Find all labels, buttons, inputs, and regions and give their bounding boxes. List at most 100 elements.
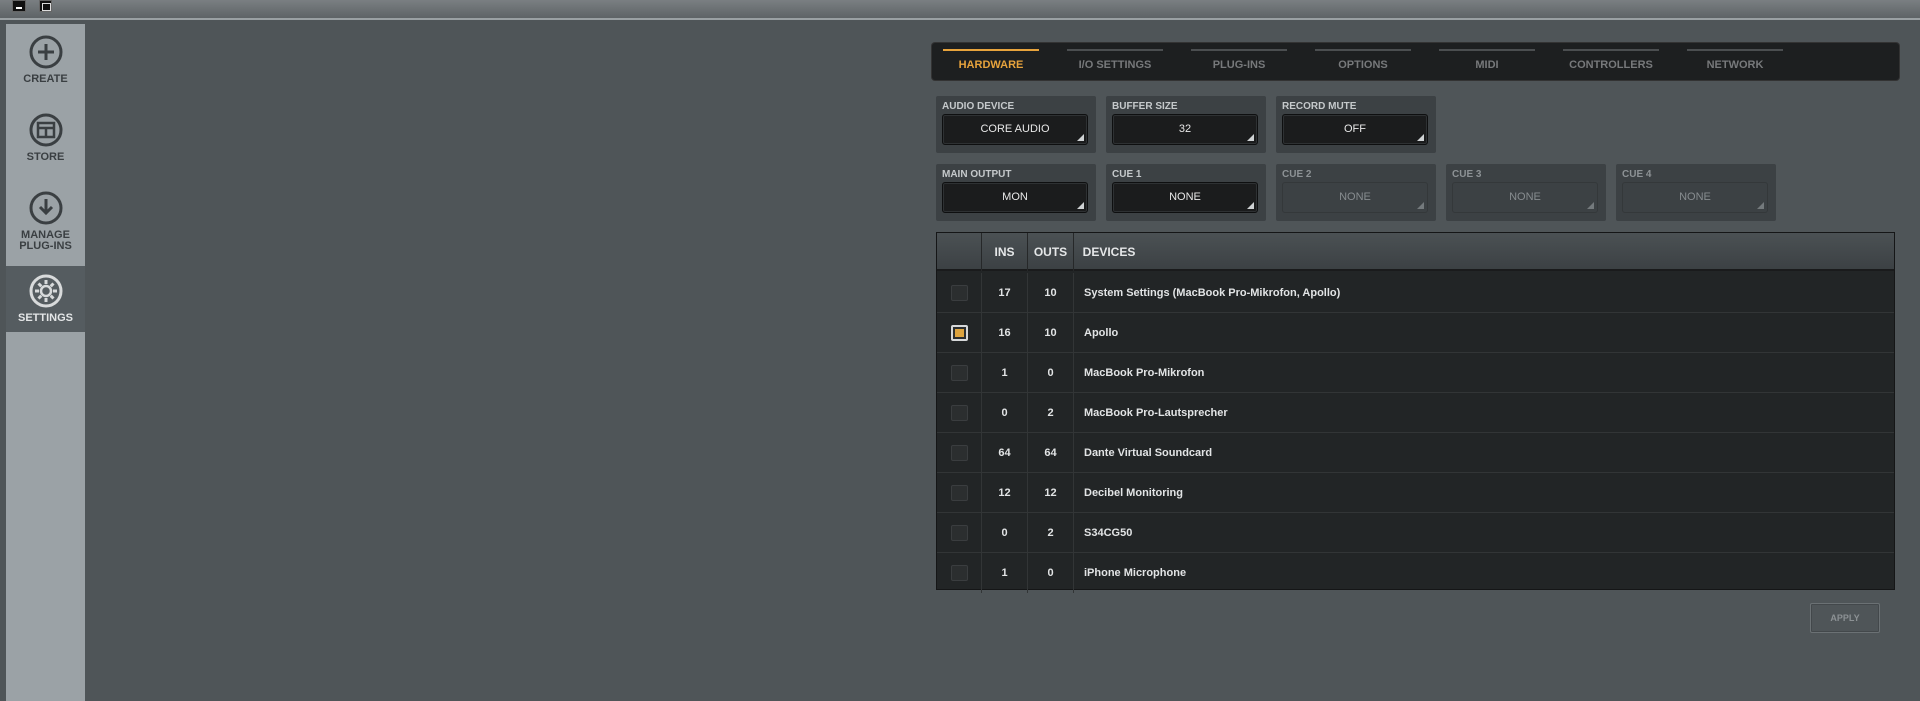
cue4-label: CUE 4 [1622,169,1652,180]
minimize-icon[interactable] [12,0,26,12]
outs-cell: 0 [1028,553,1074,593]
sidebar-item-store[interactable]: STORE [6,112,85,180]
ins-cell: 17 [982,273,1028,313]
sidebar-item-label: CREATE [23,73,68,85]
buffer-size-value: 32 [1178,123,1192,135]
table-row[interactable]: 16 10 Apollo [937,313,1894,353]
device-checkbox[interactable] [951,525,968,541]
table-row[interactable]: 0 2 MacBook Pro-Lautsprecher [937,393,1894,433]
main-output-select[interactable]: MON [942,182,1088,213]
ins-cell: 0 [982,393,1028,433]
sidebar-item-label: MANAGE PLUG-INS [19,229,72,252]
device-checkbox[interactable] [951,485,968,501]
sidebar-item-manage-plugins[interactable]: MANAGE PLUG-INS [6,190,85,270]
ins-cell: 64 [982,433,1028,473]
dropdown-corner-icon [1247,202,1254,209]
devices-table: INS OUTS DEVICES 17 10 System Settings (… [936,232,1895,593]
sidebar-item-label: SETTINGS [17,312,73,324]
device-checkbox[interactable] [951,365,968,381]
device-checkbox[interactable] [951,405,968,421]
device-name-cell: iPhone Microphone [1084,567,1187,579]
dropdown-corner-icon [1247,134,1254,141]
cue3-field: CUE 3 NONE [1446,164,1606,221]
main-output-field: MAIN OUTPUT MON [936,164,1096,221]
cue3-select: NONE [1452,182,1598,213]
checkbox-cell [937,473,982,513]
outs-cell: 10 [1028,313,1074,353]
outs-cell: 64 [1028,433,1074,473]
tab-io-settings[interactable]: I/O SETTINGS [1067,49,1163,73]
outs-cell: 10 [1028,273,1074,313]
device-name-cell: Decibel Monitoring [1084,487,1183,499]
dropdown-corner-icon [1077,134,1084,141]
table-row[interactable]: 12 12 Decibel Monitoring [937,473,1894,513]
tab-midi[interactable]: MIDI [1439,49,1535,73]
table-row[interactable]: 17 10 System Settings (MacBook Pro-Mikro… [937,273,1894,313]
maximize-icon[interactable] [39,0,52,12]
cue1-field: CUE 1 NONE [1106,164,1266,221]
tab-controllers[interactable]: CONTROLLERS [1563,49,1659,73]
store-grid-icon [29,113,62,147]
tab-options[interactable]: OPTIONS [1315,49,1411,73]
ins-cell: 16 [982,313,1028,353]
tab-network[interactable]: NETWORK [1687,49,1783,73]
cue4-field: CUE 4 NONE [1616,164,1776,221]
dropdown-corner-icon [1417,202,1424,209]
table-row[interactable]: 1 0 MacBook Pro-Mikrofon [937,353,1894,393]
record-mute-value: OFF [1344,123,1366,135]
sidebar-item-label: STORE [26,151,65,163]
sidebar-item-settings[interactable]: SETTINGS [6,266,85,332]
cue1-select[interactable]: NONE [1112,182,1258,213]
plus-circle-icon [29,35,62,69]
cue2-value: NONE [1339,191,1371,203]
outs-cell: 2 [1028,513,1074,553]
table-row[interactable]: 1 0 iPhone Microphone [937,553,1894,593]
devices-column-header: DEVICES [1082,245,1136,259]
device-checkbox[interactable] [951,565,968,581]
device-name-cell: MacBook Pro-Mikrofon [1084,367,1205,379]
main-output-label: MAIN OUTPUT [942,169,1012,180]
checkbox-cell [937,433,982,473]
main-output-value: MON [1002,191,1028,203]
device-name-cell: Dante Virtual Soundcard [1084,447,1213,459]
checkbox-cell [937,393,982,433]
apply-button[interactable]: APPLY [1810,603,1880,633]
device-name-cell: System Settings (MacBook Pro-Mikrofon, A… [1084,287,1341,299]
ins-cell: 1 [982,553,1028,593]
ins-column-header: INS [982,233,1028,271]
device-checkbox[interactable] [951,325,968,341]
record-mute-select[interactable]: OFF [1282,114,1428,145]
tab-plug-ins[interactable]: PLUG-INS [1191,49,1287,73]
download-circle-icon [29,191,62,225]
audio-device-select[interactable]: CORE AUDIO [942,114,1088,145]
ins-cell: 1 [982,353,1028,393]
buffer-size-label: BUFFER SIZE [1112,101,1178,112]
gear-icon [29,274,62,308]
table-row[interactable]: 64 64 Dante Virtual Soundcard [937,433,1894,473]
device-checkbox[interactable] [951,445,968,461]
cue4-select: NONE [1622,182,1768,213]
dropdown-corner-icon [1417,134,1424,141]
settings-tabs: HARDWARE I/O SETTINGS PLUG-INS OPTIONS M… [932,43,1899,80]
device-checkbox[interactable] [951,285,968,301]
checkbox-cell [937,353,982,393]
select-column-header [937,233,982,271]
buffer-size-select[interactable]: 32 [1112,114,1258,145]
sidebar-item-create[interactable]: CREATE [6,34,85,102]
tab-hardware[interactable]: HARDWARE [943,49,1039,73]
sidebar: CREATE STORE MANAGE PLUG-INS SETTINGS [6,24,85,701]
audio-device-value: CORE AUDIO [980,123,1050,135]
device-name-cell: MacBook Pro-Lautsprecher [1084,407,1228,419]
device-name-cell: S34CG50 [1084,527,1133,539]
dropdown-corner-icon [1757,202,1764,209]
record-mute-label: RECORD MUTE [1282,101,1357,112]
checkbox-cell [937,273,982,313]
table-row[interactable]: 0 2 S34CG50 [937,513,1894,553]
cue2-field: CUE 2 NONE [1276,164,1436,221]
dropdown-corner-icon [1587,202,1594,209]
cue4-value: NONE [1679,191,1711,203]
outs-cell: 0 [1028,353,1074,393]
table-header: INS OUTS DEVICES [937,233,1894,271]
cue1-label: CUE 1 [1112,169,1142,180]
cue2-select: NONE [1282,182,1428,213]
